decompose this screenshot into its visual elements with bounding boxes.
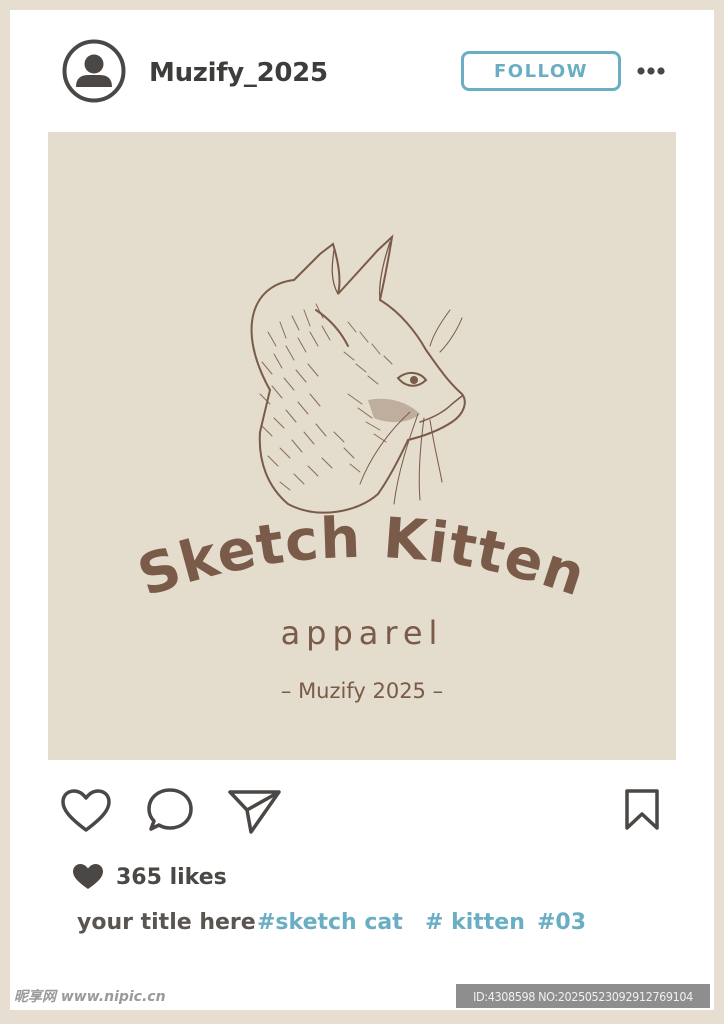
- cat-sketch-illustration: [250, 234, 466, 514]
- hashtag-03[interactable]: #03: [537, 910, 586, 935]
- heart-outline-icon[interactable]: [60, 788, 112, 834]
- artwork: Sketch Kitten apparel – Muzify 2025 –: [130, 234, 593, 703]
- post-card: Muzify_2025 FOLLOW Sketch Kitten apparel…: [10, 10, 714, 1010]
- user-avatar-icon[interactable]: [62, 39, 126, 103]
- heart-filled-icon: [73, 864, 103, 889]
- comment-bubble-icon[interactable]: [146, 786, 194, 834]
- caption-title: your title here: [77, 910, 256, 935]
- username[interactable]: Muzify_2025: [149, 58, 328, 88]
- post-image[interactable]: Sketch Kitten apparel – Muzify 2025 –: [48, 132, 676, 760]
- likes-row: 365 likes: [72, 862, 227, 892]
- hashtag-kitten[interactable]: # kitten: [425, 910, 525, 935]
- more-dots-icon[interactable]: [636, 64, 666, 78]
- likes-count[interactable]: 365 likes: [116, 865, 227, 890]
- artwork-brand-line: – Muzify 2025 –: [281, 679, 443, 703]
- id-watermark: ID:4308598 NO:20250523092912769104: [456, 984, 710, 1008]
- hashtag-sketch-cat[interactable]: #sketch cat: [257, 910, 403, 935]
- follow-button[interactable]: FOLLOW: [461, 51, 621, 91]
- paper-plane-icon[interactable]: [227, 786, 283, 836]
- site-watermark: 昵享网 www.nipic.cn: [14, 989, 166, 1005]
- artwork-subtitle: apparel: [281, 614, 444, 652]
- artwork-title: Sketch Kitten: [130, 506, 593, 610]
- bookmark-icon[interactable]: [623, 788, 661, 832]
